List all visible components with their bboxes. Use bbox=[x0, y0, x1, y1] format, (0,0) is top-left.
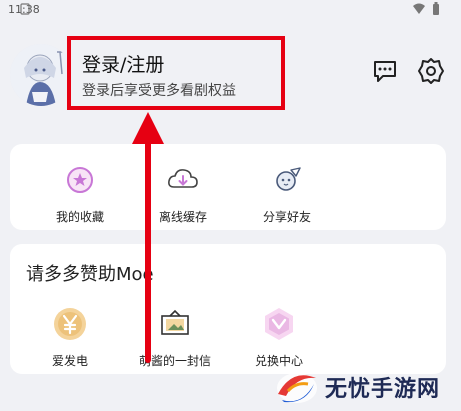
anime-avatar-icon bbox=[10, 44, 72, 106]
account-header: 登录/注册 登录后享受更多看剧权益 bbox=[0, 20, 461, 135]
watermark-logo-icon bbox=[277, 373, 317, 403]
star-badge-icon bbox=[67, 167, 93, 193]
settings-button[interactable] bbox=[417, 57, 445, 85]
message-icon bbox=[374, 61, 396, 82]
support-card: 请多多赞助Moe 爱发电 萌酱的一封信 兑换中心 bbox=[10, 244, 446, 374]
afdian-item[interactable]: 爱发电 bbox=[15, 306, 125, 369]
battery-icon bbox=[433, 2, 439, 15]
share-planet-icon bbox=[276, 167, 301, 191]
share-friends-item[interactable]: 分享好友 bbox=[232, 162, 342, 225]
avatar[interactable] bbox=[10, 44, 72, 106]
favorites-item[interactable]: 我的收藏 bbox=[25, 162, 135, 225]
watermark: 无忧手游网 bbox=[270, 366, 460, 408]
login-subtitle[interactable]: 登录后享受更多看剧权益 bbox=[82, 80, 236, 100]
cloud-download-icon bbox=[168, 169, 198, 188]
message-button[interactable] bbox=[371, 57, 399, 85]
status-bar: 11:38 bbox=[0, 0, 461, 20]
yen-coin-icon bbox=[54, 308, 86, 340]
quick-actions-card: 我的收藏 离线缓存 分享好友 bbox=[10, 144, 446, 230]
wifi-icon bbox=[413, 3, 425, 14]
share-friends-label: 分享好友 bbox=[262, 210, 311, 224]
annotation-arrow bbox=[132, 112, 164, 363]
login-title[interactable]: 登录/注册 bbox=[82, 50, 164, 77]
exchange-center-item[interactable]: 兑换中心 bbox=[224, 306, 334, 369]
gear-icon bbox=[418, 58, 444, 84]
exchange-badge-icon bbox=[265, 308, 293, 340]
watermark-text: 无忧手游网 bbox=[325, 377, 441, 402]
notification-icon bbox=[20, 3, 30, 15]
afdian-label: 爱发电 bbox=[51, 354, 88, 368]
favorites-label: 我的收藏 bbox=[55, 210, 104, 224]
